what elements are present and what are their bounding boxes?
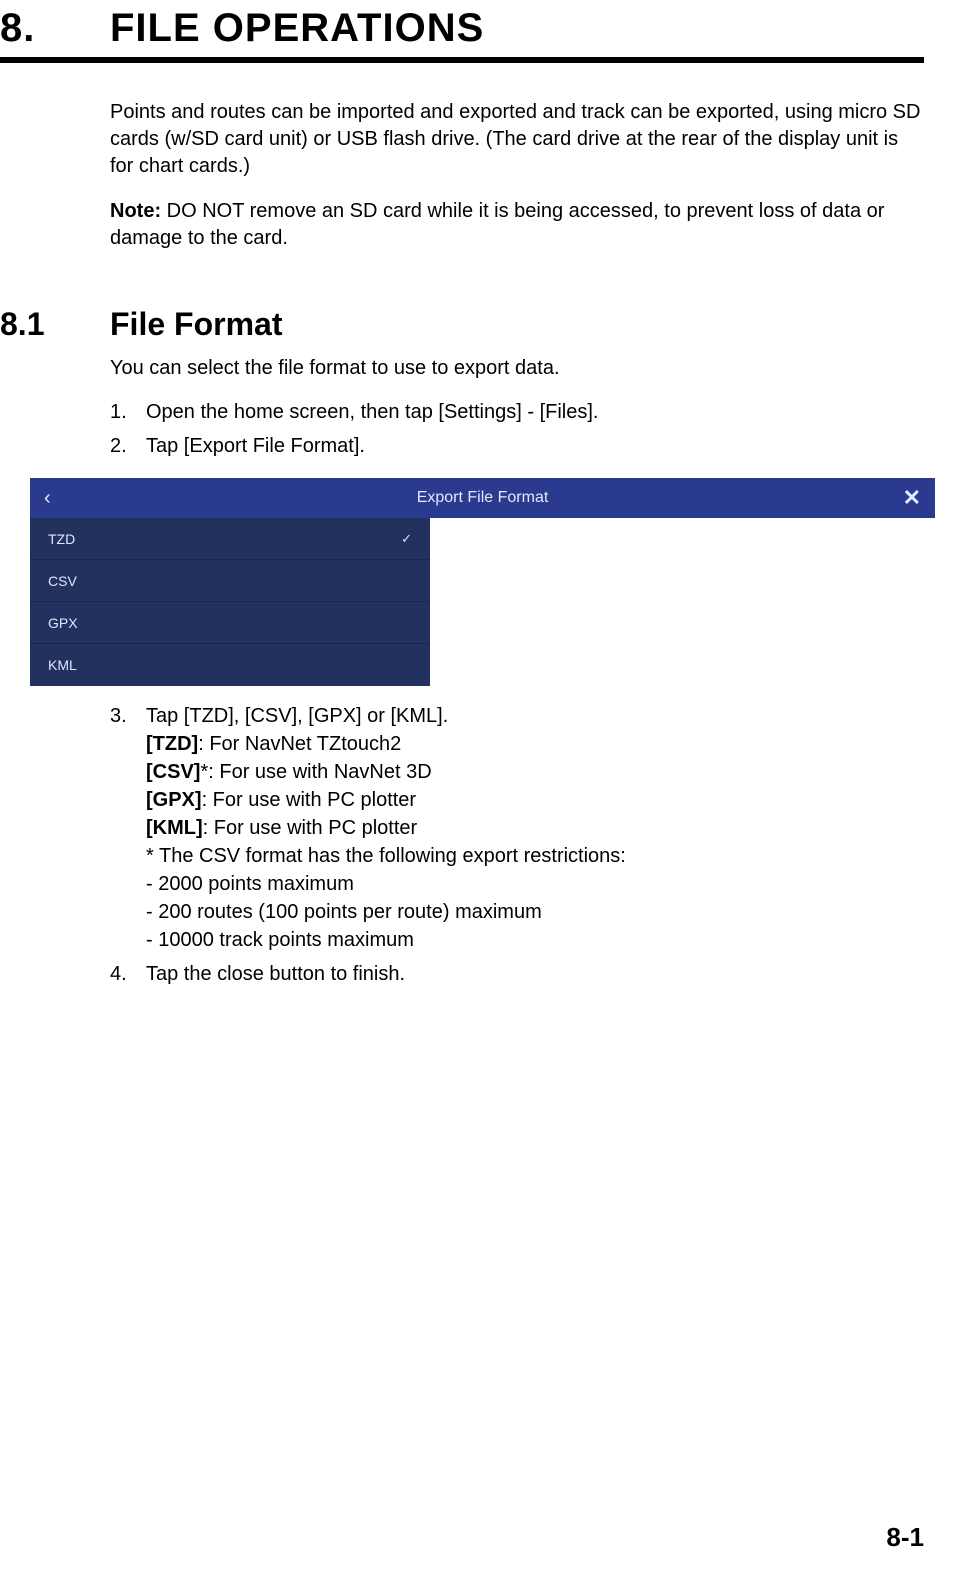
format-desc-csv: [CSV]*: For use with NavNet 3D [146,758,924,786]
step-text: Tap [Export File Format]. [146,432,924,460]
file-format-option-kml[interactable]: KML [30,644,430,686]
step-1: 1. Open the home screen, then tap [Setti… [110,398,924,426]
note-label: Note: [110,200,161,222]
file-format-option-tzd[interactable]: TZD ✓ [30,518,430,560]
steps-list-continued: 3. Tap [TZD], [CSV], [GPX] or [KML]. [TZ… [110,702,924,988]
chapter-title: FILE OPERATIONS [110,6,484,51]
chapter-rule [0,57,924,63]
step-number: 1. [110,398,146,426]
check-icon: ✓ [401,531,412,547]
dialog-header: Export File Format [30,478,935,518]
close-icon: ✕ [903,485,921,511]
option-label: KML [48,657,77,673]
format-desc-kml: [KML]: For use with PC plotter [146,814,924,842]
step-3-intro: Tap [TZD], [CSV], [GPX] or [KML]. [146,702,924,730]
csv-restriction-3: - 10000 track points maximum [146,926,924,954]
step-2: 2. Tap [Export File Format]. [110,432,924,460]
chevron-left-icon: ‹ [44,487,51,510]
format-desc-tzd: [TZD]: For NavNet TZtouch2 [146,730,924,758]
file-format-option-csv[interactable]: CSV [30,560,430,602]
csv-restriction-1: - 2000 points maximum [146,870,924,898]
step-text: Tap the close button to finish. [146,960,924,988]
step-number: 4. [110,960,146,988]
step-text: Open the home screen, then tap [Settings… [146,398,924,426]
step-number: 3. [110,702,146,954]
intro-paragraph: Points and routes can be imported and ex… [110,99,924,180]
csv-restrictions-intro: * The CSV format has the following expor… [146,842,924,870]
dialog-title: Export File Format [417,489,549,507]
section-header: 8.1 File Format [0,306,924,343]
option-label: CSV [48,573,77,589]
close-button[interactable]: ✕ [903,478,921,518]
option-label: GPX [48,615,78,631]
format-desc-gpx: [GPX]: For use with PC plotter [146,786,924,814]
intro-note: Note: DO NOT remove an SD card while it … [110,198,924,252]
note-text: DO NOT remove an SD card while it is bei… [110,200,884,249]
page-number: 8-1 [886,1522,924,1553]
section-intro: You can select the file format to use to… [110,355,924,382]
steps-list: 1. Open the home screen, then tap [Setti… [110,398,924,460]
step-4: 4. Tap the close button to finish. [110,960,924,988]
section-title: File Format [110,306,282,343]
back-button[interactable]: ‹ [44,478,51,518]
csv-restriction-2: - 200 routes (100 points per route) maxi… [146,898,924,926]
chapter-header: 8. FILE OPERATIONS [0,0,924,51]
step-number: 2. [110,432,146,460]
section-number: 8.1 [0,306,110,343]
file-format-option-gpx[interactable]: GPX [30,602,430,644]
step-3: 3. Tap [TZD], [CSV], [GPX] or [KML]. [TZ… [110,702,924,954]
chapter-number: 8. [0,6,110,51]
file-format-list: TZD ✓ CSV GPX KML [30,518,430,686]
step-text: Tap [TZD], [CSV], [GPX] or [KML]. [TZD]:… [146,702,924,954]
option-label: TZD [48,531,75,547]
export-file-format-screenshot: Export File Format ‹ ✕ TZD ✓ CSV GPX KML [30,478,935,688]
